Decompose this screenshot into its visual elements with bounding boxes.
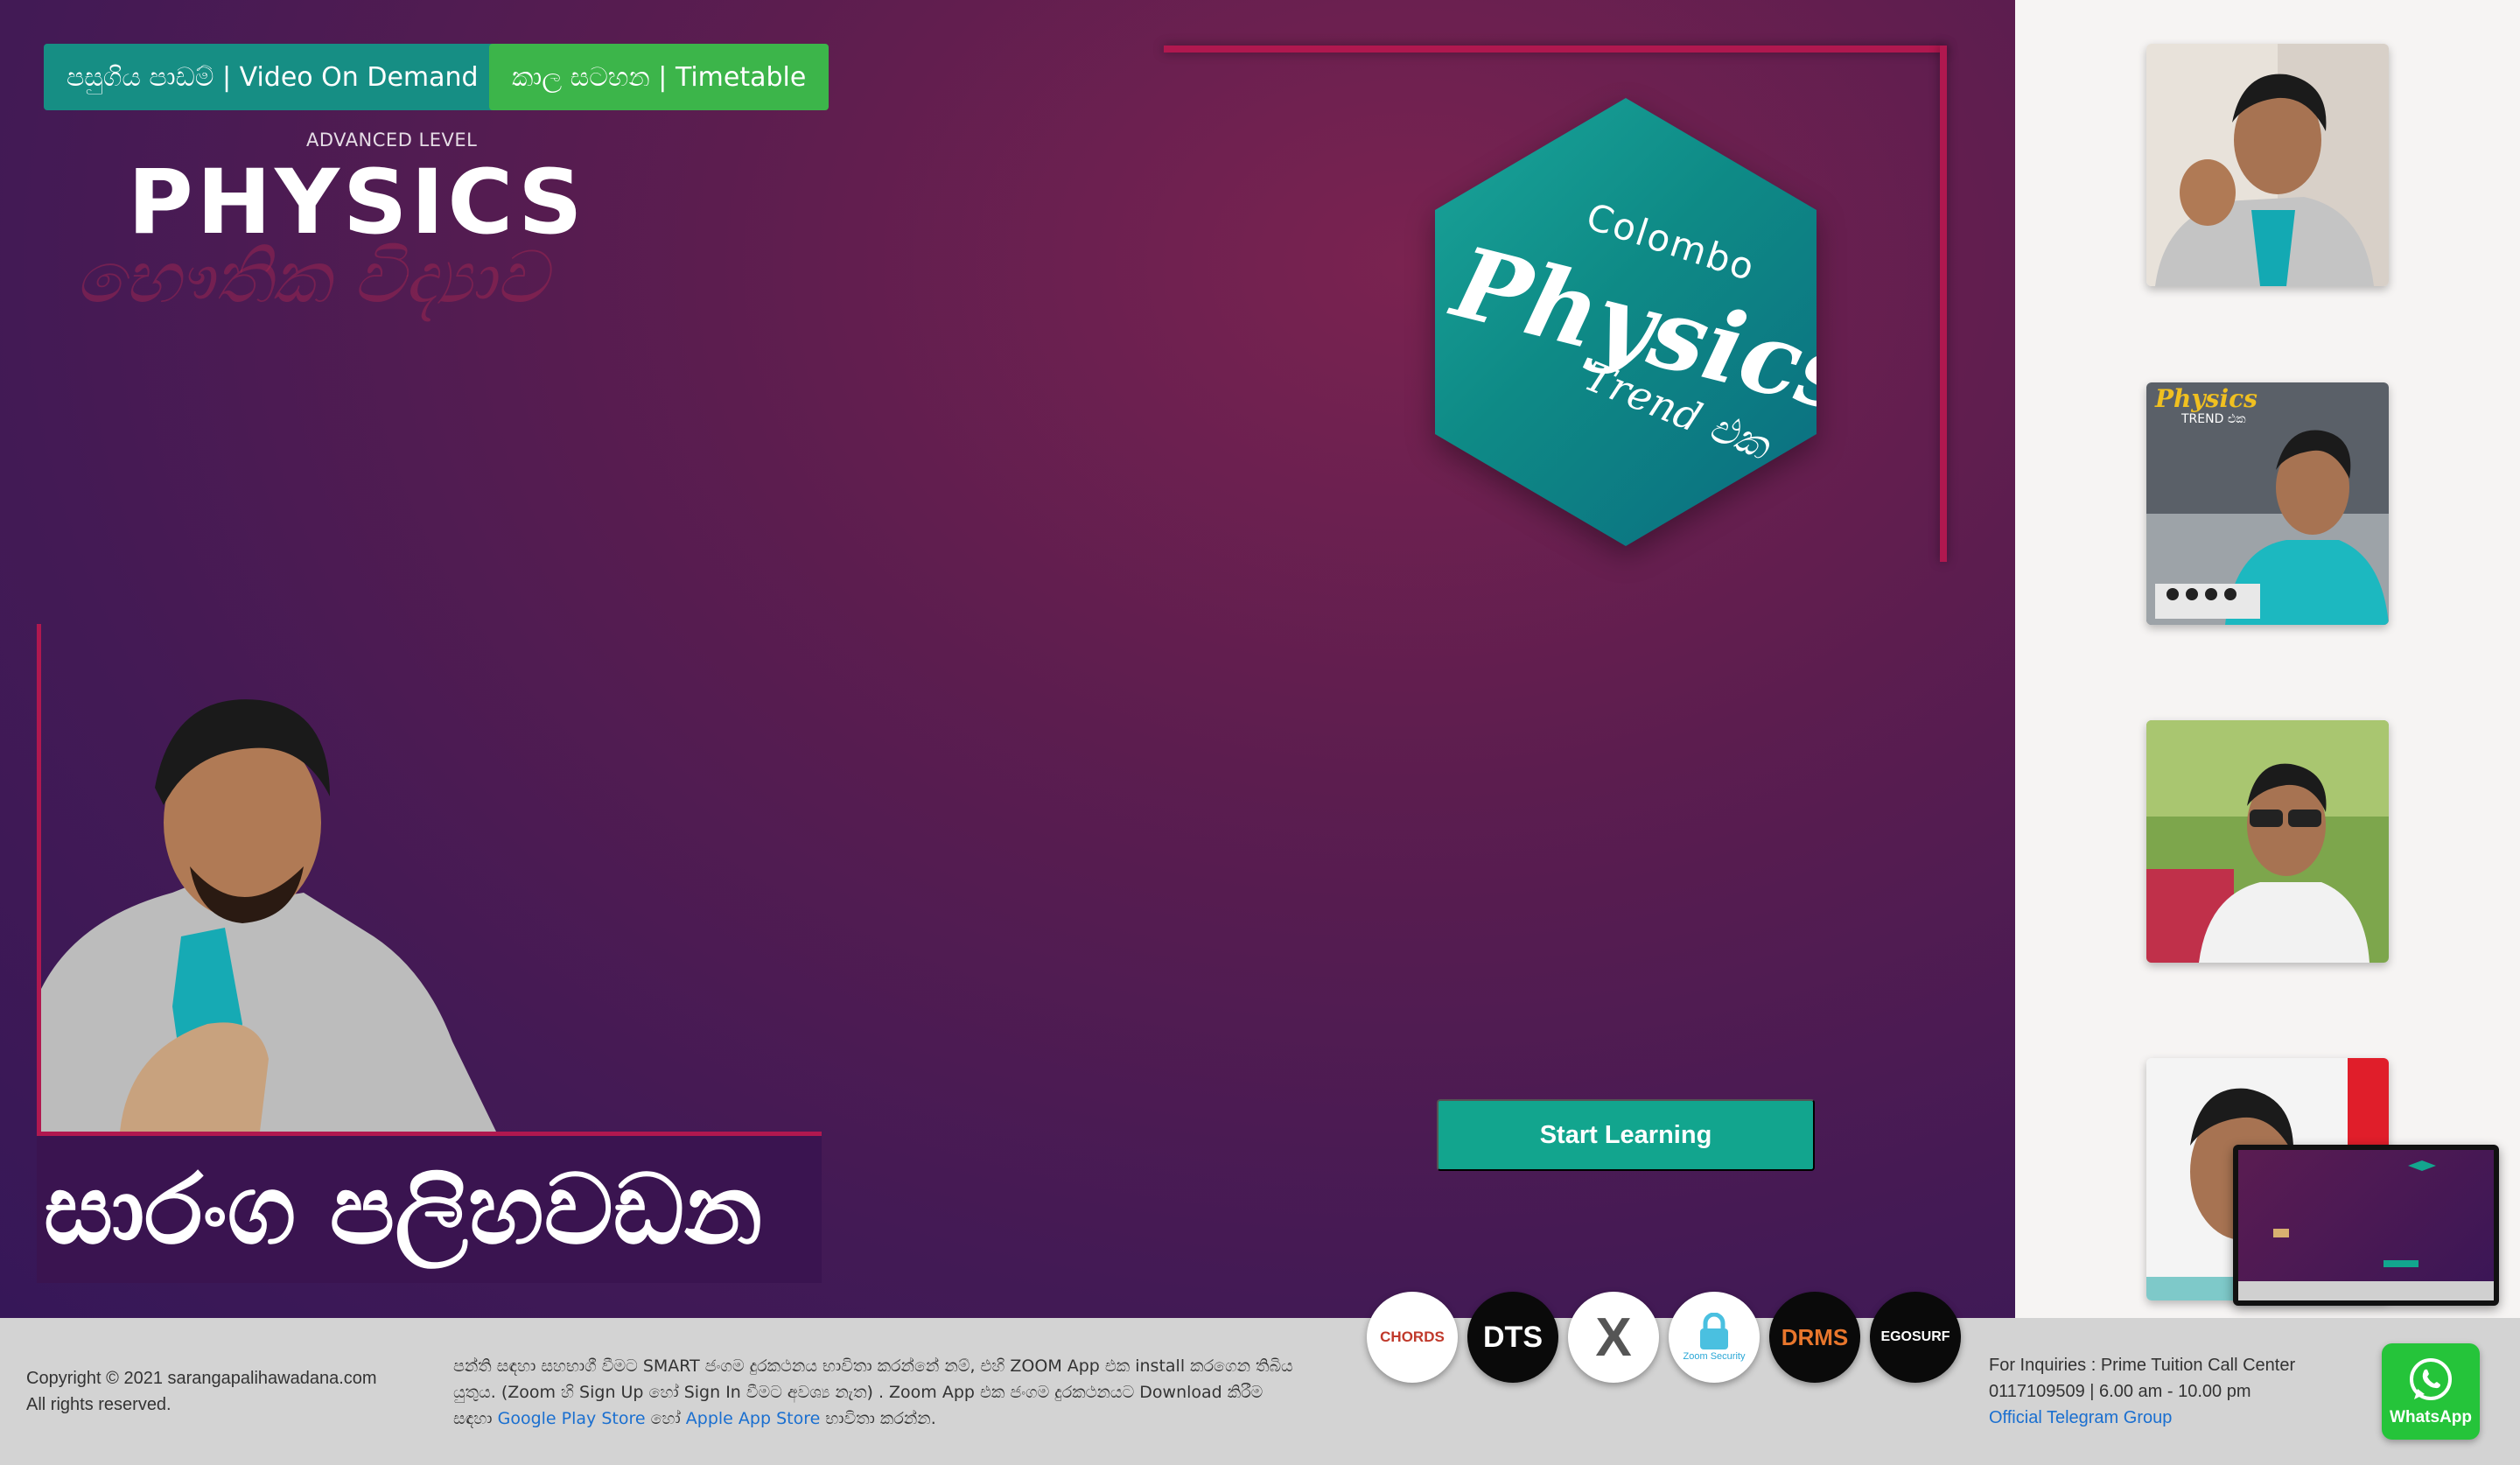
video-on-demand-button[interactable]: පසුගිය පාඩම් | Video On Demand bbox=[44, 44, 501, 110]
partner-logo-x[interactable]: X bbox=[1568, 1292, 1659, 1383]
zoom-instructions-end: භාවිතා කරන්න. bbox=[825, 1409, 936, 1428]
partner-logo-drms[interactable]: DRMS bbox=[1769, 1292, 1860, 1383]
partner-dts-label: DTS bbox=[1483, 1320, 1543, 1354]
inquiries-block: For Inquiries : Prime Tuition Call Cente… bbox=[1989, 1352, 2295, 1431]
video-preview-thumbnail[interactable] bbox=[2233, 1145, 2499, 1306]
start-learning-button[interactable]: Start Learning bbox=[1437, 1099, 1815, 1171]
whatsapp-label: WhatsApp bbox=[2390, 1408, 2472, 1426]
copyright-text: Copyright © 2021 sarangapalihawadana.com bbox=[26, 1369, 377, 1388]
gallery-photo-1 bbox=[2146, 44, 2389, 286]
rights-text: All rights reserved. bbox=[26, 1395, 172, 1414]
partner-drms-label: DRMS bbox=[1781, 1323, 1849, 1350]
colombo-physics-logo: Colombo Physics Trend එක bbox=[1435, 98, 1816, 546]
google-play-link[interactable]: Google Play Store bbox=[498, 1409, 646, 1428]
decor-frame-top bbox=[1164, 46, 1947, 53]
teacher-name: සාරංග පලිහවඩන bbox=[44, 1153, 763, 1265]
inquiries-text: For Inquiries : Prime Tuition Call Cente… bbox=[1989, 1356, 2296, 1375]
zoom-instructions: පන්ති සඳහා සහභාගී වීමට SMART ජංගම දුරකථන… bbox=[453, 1353, 1293, 1432]
telegram-group-link[interactable]: Official Telegram Group bbox=[1989, 1408, 2172, 1427]
partner-x-label: X bbox=[1595, 1307, 1632, 1368]
partner-zoom-security-label: Zoom Security bbox=[1683, 1351, 1746, 1362]
phone-hours-text: 0117109509 | 6.00 am - 10.00 pm bbox=[1989, 1382, 2251, 1401]
partner-chords-label: CHORDS bbox=[1380, 1328, 1445, 1345]
partner-egosurf-label: EGOSURF bbox=[1880, 1329, 1950, 1344]
teacher-portrait bbox=[41, 699, 496, 1132]
gallery-photo-3 bbox=[2146, 720, 2389, 963]
partner-logo-chords[interactable]: CHORDS bbox=[1367, 1292, 1458, 1383]
apple-store-link[interactable]: Apple App Store bbox=[686, 1409, 821, 1428]
whatsapp-icon bbox=[2410, 1358, 2452, 1400]
copyright-block: Copyright © 2021 sarangapalihawadana.com… bbox=[26, 1365, 377, 1418]
advanced-level-label: ADVANCED LEVEL bbox=[306, 130, 478, 151]
partner-logo-egosurf[interactable]: EGOSURF bbox=[1870, 1292, 1961, 1383]
lock-icon bbox=[1700, 1313, 1728, 1349]
timetable-button[interactable]: කාල සටහන | Timetable bbox=[489, 44, 830, 110]
svg-text:Physics: Physics bbox=[2154, 384, 2258, 413]
svg-text:TREND එක: TREND එක bbox=[2180, 412, 2246, 426]
decor-frame-right bbox=[1940, 46, 1947, 562]
partner-logo-zoom-security[interactable]: Zoom Security bbox=[1669, 1292, 1760, 1383]
or-text: හෝ bbox=[650, 1409, 681, 1428]
gallery-photo-2: Physics TREND එක bbox=[2146, 382, 2389, 625]
whatsapp-button[interactable]: WhatsApp bbox=[2382, 1343, 2480, 1440]
physics-sinhala-title: භෞතික විද්‍යාව bbox=[75, 236, 548, 319]
partner-logo-dts[interactable]: DTS bbox=[1467, 1292, 1558, 1383]
